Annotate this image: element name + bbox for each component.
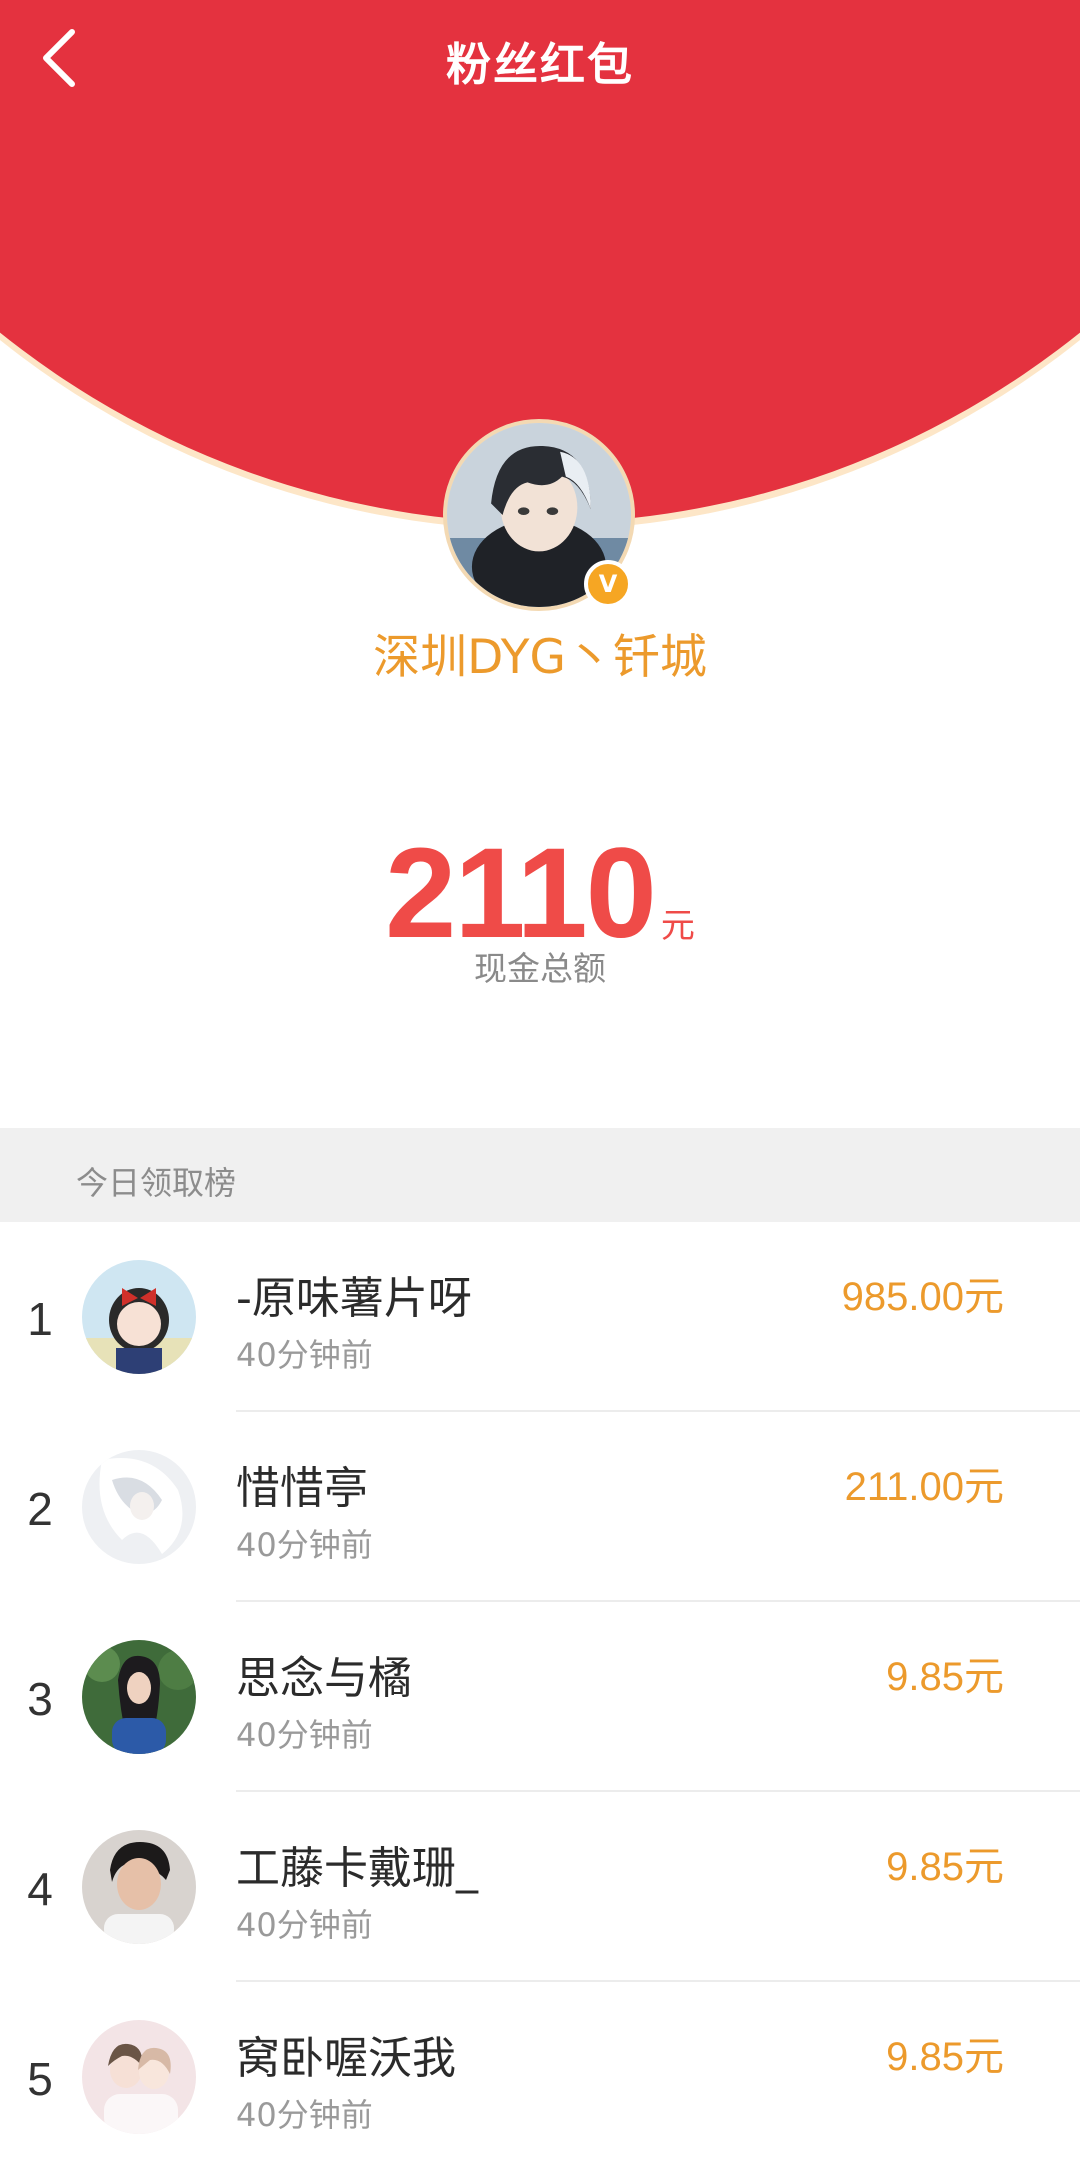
leaderboard-row[interactable]: 4 工藤卡戴珊_ 40分钟前 9.85元	[0, 1792, 1080, 1982]
leaderboard-row[interactable]: 1 -原味薯片呀 40分钟前 985.00元	[0, 1222, 1080, 1412]
claim-time: 40分钟前	[236, 2096, 373, 2134]
user-avatar[interactable]	[82, 1830, 196, 1944]
claim-amount: 9.85元	[886, 2035, 1004, 2079]
user-avatar[interactable]	[82, 1640, 196, 1754]
rank-number: 4	[27, 1863, 53, 1915]
rank-number: 5	[27, 2053, 53, 2105]
claim-amount: 985.00元	[841, 1275, 1004, 1319]
rank-number: 3	[27, 1673, 53, 1725]
total-amount-label: 现金总额	[474, 949, 606, 988]
user-name: 工藤卡戴珊_	[236, 1843, 478, 1894]
claim-amount: 9.85元	[886, 1845, 1004, 1889]
host-name: 深圳DYG丶钎城	[373, 630, 707, 685]
claim-amount: 9.85元	[886, 1655, 1004, 1699]
rank-number: 2	[27, 1483, 53, 1535]
leaderboard-header: 今日领取榜	[0, 1128, 1080, 1222]
verified-badge-icon: V	[584, 560, 632, 608]
user-avatar[interactable]	[82, 1450, 196, 1564]
leaderboard-row[interactable]: 2 惜惜亭 40分钟前 211.00元	[0, 1412, 1080, 1602]
user-avatar[interactable]	[82, 1260, 196, 1374]
claim-time: 40分钟前	[236, 1336, 373, 1374]
user-avatar-image	[82, 1450, 196, 1564]
claim-amount: 211.00元	[844, 1465, 1004, 1509]
user-avatar-image	[82, 2020, 196, 2134]
user-avatar[interactable]	[82, 2020, 196, 2134]
user-avatar-image	[82, 1260, 196, 1374]
leaderboard-list: 1 -原味薯片呀 40分钟前 985.00元 2 惜惜亭 40分钟前 211.0…	[0, 1222, 1080, 2172]
leaderboard-title: 今日领取榜	[76, 1164, 237, 1202]
leaderboard-row[interactable]: 5 窝卧喔沃我 40分钟前 9.85元	[0, 1982, 1080, 2172]
leaderboard-row[interactable]: 3 思念与橘 40分钟前 9.85元	[0, 1602, 1080, 1792]
claim-time: 40分钟前	[236, 1716, 373, 1754]
page-title: 粉丝红包	[445, 38, 634, 91]
user-name: 惜惜亭	[236, 1463, 368, 1514]
user-avatar-image	[82, 1640, 196, 1754]
user-name: -原味薯片呀	[236, 1273, 472, 1324]
total-amount-unit: 元	[660, 906, 695, 946]
user-name: 窝卧喔沃我	[236, 2033, 456, 2084]
claim-time: 40分钟前	[236, 1906, 373, 1944]
user-name: 思念与橘	[236, 1653, 412, 1704]
user-avatar-image	[82, 1830, 196, 1944]
rank-number: 1	[27, 1293, 53, 1345]
claim-time: 40分钟前	[236, 1526, 373, 1564]
